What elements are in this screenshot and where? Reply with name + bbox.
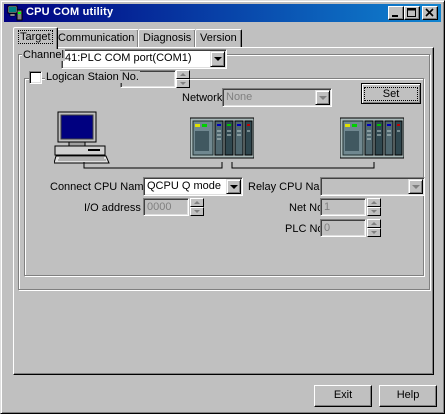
chevron-down-icon[interactable]	[226, 179, 241, 194]
tab-diagnosis[interactable]: Diagnosis	[138, 29, 197, 47]
tab-diagnosis-label: Diagnosis	[143, 32, 192, 44]
spin-down-icon[interactable]	[176, 79, 190, 88]
io-address-value: 0000	[147, 201, 172, 213]
close-icon	[425, 8, 434, 17]
logical-station-spinner[interactable]	[176, 70, 190, 88]
set-button[interactable]: Set	[361, 83, 421, 104]
spin-down-icon[interactable]	[367, 228, 381, 237]
io-address-spinner[interactable]	[190, 198, 204, 216]
exit-button-label: Exit	[333, 389, 353, 401]
window-title: CPU COM utility	[26, 6, 114, 18]
relay-plc-icon	[339, 115, 405, 161]
app-window: CPU COM utility Target Communication Dia…	[0, 0, 445, 414]
tab-target-label: Target	[18, 30, 53, 44]
net-no-spinner[interactable]	[367, 198, 381, 216]
exit-button[interactable]: Exit	[314, 385, 372, 407]
set-button-label: Set	[363, 87, 419, 101]
tab-version[interactable]: Version	[195, 29, 242, 47]
spin-up-icon[interactable]	[367, 198, 381, 207]
help-button-label: Help	[396, 389, 420, 401]
connect-cpu-select[interactable]: QCPU Q mode	[143, 177, 243, 196]
chevron-down-icon[interactable]	[408, 179, 423, 194]
connect-cpu-value: QCPU Q mode	[147, 180, 221, 192]
net-no-value: 1	[324, 201, 331, 213]
net-no-input[interactable]: 1	[320, 198, 366, 216]
chevron-down-icon[interactable]	[315, 90, 330, 105]
chevron-down-icon[interactable]	[210, 51, 225, 67]
computer-icon	[53, 110, 110, 166]
channel-select[interactable]: 41:PLC COM port(COM1)	[61, 49, 227, 69]
io-address-label: I/O address	[84, 202, 141, 214]
channel-label: Channel	[22, 49, 65, 61]
relay-cpu-select[interactable]	[320, 177, 425, 196]
tab-communication[interactable]: Communication	[53, 29, 140, 47]
network-value: None	[226, 91, 253, 103]
minimize-button[interactable]	[388, 6, 404, 20]
logical-station-checkbox[interactable]	[29, 71, 42, 84]
tab-version-label: Version	[200, 32, 237, 44]
maximize-button[interactable]	[404, 6, 420, 20]
target-tab-panel: Channel 41:PLC COM port(COM1) Logican St…	[13, 47, 434, 375]
spin-down-icon[interactable]	[190, 207, 204, 216]
logical-station-label: Logican Staion No.	[45, 71, 140, 83]
plc-no-spinner[interactable]	[367, 219, 381, 237]
minimize-icon	[392, 15, 398, 17]
plc-no-value: 0	[324, 222, 331, 234]
network-select[interactable]: None	[222, 88, 332, 107]
spin-up-icon[interactable]	[176, 70, 190, 79]
tab-target[interactable]: Target	[13, 27, 58, 49]
io-address-input[interactable]: 0000	[143, 198, 189, 216]
connect-cpu-label: Connect CPU Name	[50, 181, 150, 193]
plc-no-input[interactable]: 0	[320, 219, 366, 237]
close-button[interactable]	[422, 6, 438, 20]
spin-up-icon[interactable]	[367, 219, 381, 228]
maximize-icon	[407, 8, 416, 17]
app-icon	[7, 5, 23, 21]
help-button[interactable]: Help	[379, 385, 437, 407]
title-bar[interactable]: CPU COM utility	[4, 4, 441, 22]
channel-value: 41:PLC COM port(COM1)	[65, 52, 192, 64]
spin-down-icon[interactable]	[367, 207, 381, 216]
spin-up-icon[interactable]	[190, 198, 204, 207]
plc-cpu-icon	[189, 115, 255, 161]
network-label: Network	[182, 92, 223, 104]
tab-communication-label: Communication	[58, 32, 135, 44]
